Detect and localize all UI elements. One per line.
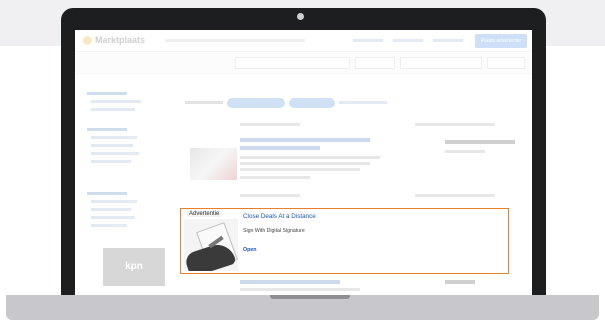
laptop-notch: [270, 295, 350, 299]
sidebar-link[interactable]: [91, 160, 131, 163]
sidebar-link[interactable]: [91, 152, 139, 155]
filter-tag[interactable]: [227, 98, 285, 108]
laptop-base: [6, 295, 599, 320]
ad-title[interactable]: Close Deals At a Distance: [243, 213, 316, 220]
filter-tag[interactable]: [289, 98, 335, 108]
listing-description: [240, 168, 360, 171]
header-link[interactable]: [393, 39, 423, 42]
site-logo-text[interactable]: Marktplaats: [95, 35, 145, 45]
ad-label: Advertentie: [187, 211, 222, 217]
listing-meta: [445, 150, 485, 153]
ad-image[interactable]: [184, 219, 238, 271]
sidebar-link[interactable]: [91, 208, 131, 211]
list-header: [415, 123, 495, 126]
listing-thumbnail[interactable]: [190, 148, 237, 180]
sidebar-link[interactable]: [91, 144, 133, 147]
listing-price: [445, 140, 515, 144]
laptop-frame: Marktplaats Plaats advertentie kpn Adver…: [61, 8, 546, 308]
listing-title[interactable]: [240, 138, 370, 142]
laptop-screen: Marktplaats Plaats advertentie kpn Adver…: [75, 30, 532, 308]
listing-description: [240, 288, 360, 291]
filter-heading: [185, 101, 223, 104]
sponsored-ad[interactable]: Advertentie Close Deals At a Distance Si…: [180, 208, 509, 274]
place-ad-button[interactable]: Plaats advertentie: [475, 34, 527, 48]
marktplaats-logo-icon[interactable]: [83, 36, 92, 45]
sidebar-heading: [87, 128, 127, 131]
list-header: [415, 194, 495, 197]
header-link[interactable]: [353, 39, 383, 42]
kpn-logo[interactable]: kpn: [103, 248, 165, 286]
ad-open-link[interactable]: Open: [243, 247, 257, 253]
sidebar-link[interactable]: [91, 108, 135, 111]
sidebar-heading: [87, 192, 127, 195]
listing-description: [240, 162, 370, 165]
listing-title[interactable]: [240, 146, 320, 150]
listing-title[interactable]: [240, 280, 340, 284]
listing-price: [445, 280, 475, 284]
header-placeholder-text: [165, 39, 305, 42]
ad-description: Sign With Digital Signature: [243, 228, 305, 234]
sidebar-link[interactable]: [91, 136, 137, 139]
clear-filters-link[interactable]: [339, 101, 387, 104]
distance-select[interactable]: [400, 57, 482, 69]
search-bar: [75, 52, 532, 74]
search-button[interactable]: [487, 57, 525, 69]
sidebar-link[interactable]: [91, 216, 135, 219]
sidebar-heading: [87, 92, 127, 95]
sidebar-link[interactable]: [91, 200, 137, 203]
search-input[interactable]: [235, 57, 350, 69]
sidebar-link[interactable]: [91, 224, 127, 227]
postcode-input[interactable]: [355, 57, 395, 69]
listing-description: [240, 176, 310, 179]
listing-description: [240, 156, 380, 159]
sidebar-link[interactable]: [91, 100, 141, 103]
site-header: Marktplaats Plaats advertentie: [75, 30, 532, 52]
header-link[interactable]: [433, 39, 463, 42]
webcam: [297, 13, 304, 20]
list-header: [240, 123, 300, 126]
list-header: [240, 194, 300, 197]
